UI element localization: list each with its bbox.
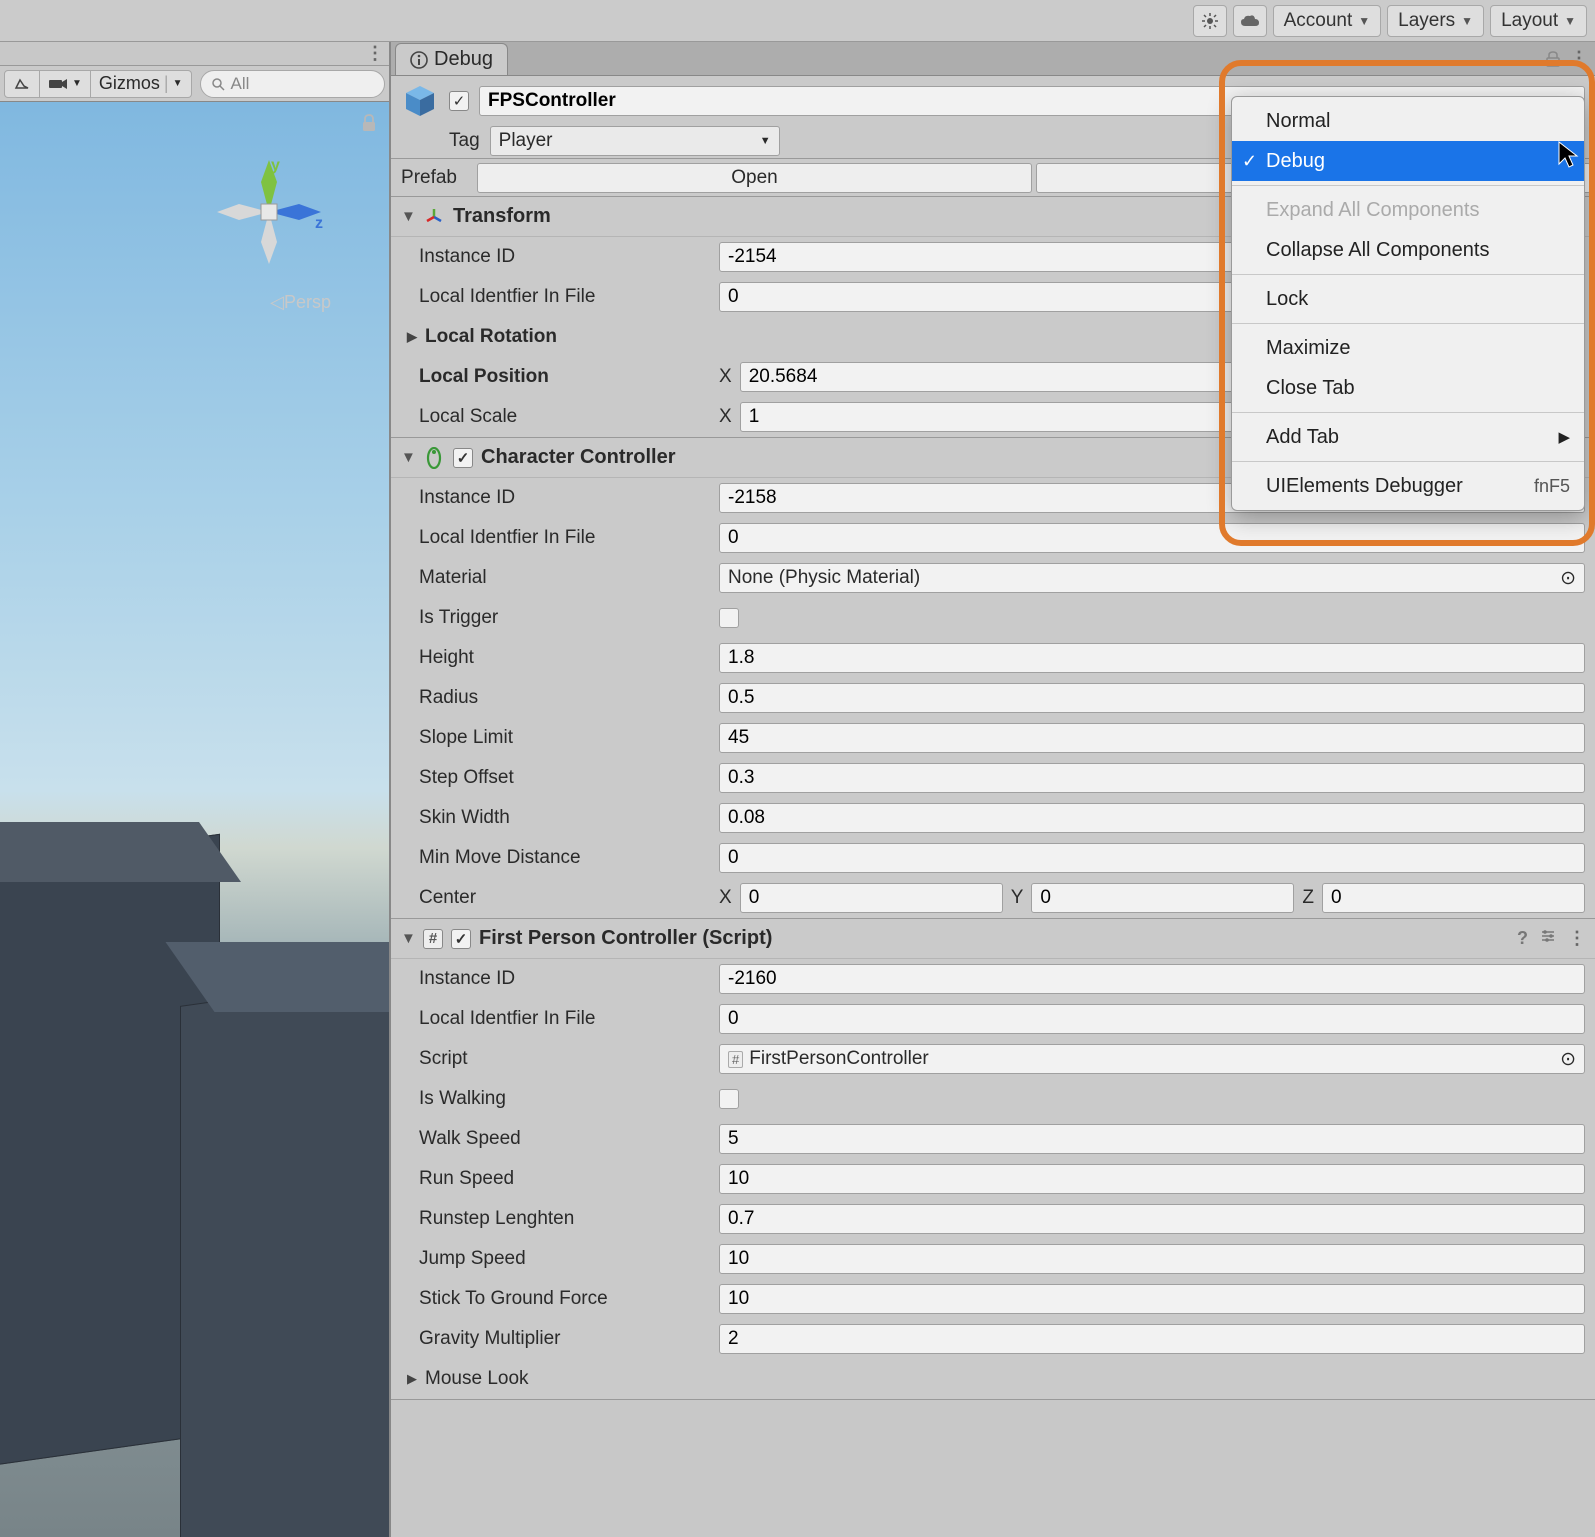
transform-icon <box>423 206 445 228</box>
menu-item-add-tab[interactable]: Add Tab▶ <box>1232 417 1584 457</box>
tag-label: Tag <box>449 130 480 152</box>
scene-search-input[interactable]: All <box>200 70 386 98</box>
toolbar-account-label: Account <box>1284 10 1353 32</box>
scene-toolbar: ▼ Gizmos | ▼ All <box>0 66 389 102</box>
orientation-gizmo[interactable]: y z <box>209 152 329 272</box>
script-icon: # <box>423 929 443 949</box>
cc-local-id-input[interactable] <box>719 523 1585 553</box>
toolbar-layout-dropdown[interactable]: Layout▼ <box>1490 5 1587 37</box>
menu-item-debug[interactable]: ✓Debug <box>1232 141 1584 181</box>
center-x-input[interactable] <box>740 883 1003 913</box>
prop-label: Local Position <box>419 366 709 388</box>
foldout-icon: ▼ <box>401 449 415 466</box>
menu-item-collapse-all[interactable]: Collapse All Components <box>1232 230 1584 270</box>
object-picker-icon[interactable]: ⊙ <box>1560 1048 1576 1071</box>
prop-label: Local Identfier In File <box>419 286 709 308</box>
run-speed-input[interactable] <box>719 1164 1585 1194</box>
menu-item-expand-all: Expand All Components <box>1232 190 1584 230</box>
inspector-tab-label: Debug <box>434 48 493 71</box>
menu-item-close-tab[interactable]: Close Tab <box>1232 368 1584 408</box>
prop-label: Instance ID <box>419 246 709 268</box>
fpc-script-field[interactable]: #FirstPersonController ⊙ <box>719 1044 1585 1074</box>
preset-icon[interactable] <box>1540 928 1556 944</box>
fpc-enable-checkbox[interactable] <box>451 929 471 949</box>
scene-tool-btn-2[interactable]: ▼ <box>40 70 91 98</box>
menu-item-maximize[interactable]: Maximize <box>1232 328 1584 368</box>
character-controller-icon <box>423 447 445 469</box>
cc-step-input[interactable] <box>719 763 1585 793</box>
fpc-title: First Person Controller (Script) <box>479 927 1509 950</box>
scene-viewport[interactable]: y z ◁Persp <box>0 102 389 1537</box>
menu-item-lock[interactable]: Lock <box>1232 279 1584 319</box>
gravity-input[interactable] <box>719 1324 1585 1354</box>
search-icon <box>211 77 225 91</box>
cc-material-field[interactable]: None (Physic Material)⊙ <box>719 563 1585 593</box>
menu-item-normal[interactable]: Normal <box>1232 101 1584 141</box>
inspector-context-menu: Normal ✓Debug Expand All Components Coll… <box>1231 96 1585 511</box>
scene-gizmos-dropdown[interactable]: Gizmos | ▼ <box>91 70 192 98</box>
scene-tabbar: ⋮ <box>0 42 389 66</box>
component-more-icon[interactable]: ⋮ <box>1568 928 1585 949</box>
toolbar-cloud-icon[interactable] <box>1233 5 1267 37</box>
prefab-label: Prefab <box>401 167 477 189</box>
inspector-more-icon[interactable]: ⋮ <box>1570 48 1587 69</box>
runstep-input[interactable] <box>719 1204 1585 1234</box>
is-trigger-checkbox[interactable] <box>719 608 739 628</box>
scene-pane: ⋮ ▼ Gizmos | ▼ All <box>0 42 391 1537</box>
center-z-input[interactable] <box>1322 883 1585 913</box>
toolbar-layers-label: Layers <box>1398 10 1455 32</box>
svg-text:y: y <box>271 157 280 174</box>
cc-slope-input[interactable] <box>719 723 1585 753</box>
object-picker-icon[interactable]: ⊙ <box>1560 567 1576 590</box>
inspector-tab-debug[interactable]: Debug <box>395 43 508 75</box>
cc-radius-input[interactable] <box>719 683 1585 713</box>
fpc-local-id-input[interactable] <box>719 1004 1585 1034</box>
svg-text:z: z <box>315 215 323 232</box>
inspector-tabbar: Debug ⋮ <box>391 42 1595 76</box>
tag-dropdown[interactable]: Player ▼ <box>490 126 780 156</box>
lock-icon[interactable] <box>1546 51 1560 67</box>
gameobject-active-checkbox[interactable] <box>449 91 469 111</box>
cc-minmove-input[interactable] <box>719 843 1585 873</box>
is-walking-checkbox[interactable] <box>719 1089 739 1109</box>
toolbar-layout-label: Layout <box>1501 10 1558 32</box>
fpc-instance-id-input[interactable] <box>719 964 1585 994</box>
scene-tool-btn-1[interactable] <box>4 70 40 98</box>
prefab-open-button[interactable]: Open <box>477 163 1032 193</box>
stick-force-input[interactable] <box>719 1284 1585 1314</box>
jump-speed-input[interactable] <box>719 1244 1585 1274</box>
prop-label: Local Scale <box>419 406 709 428</box>
scene-more-icon[interactable]: ⋮ <box>366 43 383 64</box>
charctrl-enable-checkbox[interactable] <box>453 448 473 468</box>
fpc-header[interactable]: ▼ # First Person Controller (Script) ? ⋮ <box>391 919 1595 959</box>
foldout-icon: ▼ <box>401 208 415 225</box>
submenu-arrow-icon: ▶ <box>1558 428 1570 446</box>
foldout-icon: ▼ <box>401 930 415 947</box>
cc-height-input[interactable] <box>719 643 1585 673</box>
search-placeholder: All <box>231 74 250 94</box>
info-icon <box>410 51 428 69</box>
menu-item-uielements-debugger[interactable]: UIElements DebuggerfnF5 <box>1232 466 1584 506</box>
help-icon[interactable]: ? <box>1517 928 1528 949</box>
viewport-lock-icon[interactable] <box>361 114 377 137</box>
tag-value: Player <box>499 130 553 152</box>
component-fpc: ▼ # First Person Controller (Script) ? ⋮… <box>391 919 1595 1400</box>
toolbar-light-icon[interactable] <box>1193 5 1227 37</box>
toolbar-layers-dropdown[interactable]: Layers▼ <box>1387 5 1484 37</box>
toolbar-account-dropdown[interactable]: Account▼ <box>1273 5 1382 37</box>
center-y-input[interactable] <box>1031 883 1294 913</box>
shortcut-label: fnF5 <box>1534 476 1570 497</box>
check-icon: ✓ <box>1242 151 1257 172</box>
mouse-look-foldout[interactable]: ▶Mouse Look <box>391 1359 1595 1399</box>
cc-skin-input[interactable] <box>719 803 1585 833</box>
gizmos-label: Gizmos <box>99 73 160 94</box>
top-toolbar: Account▼ Layers▼ Layout▼ <box>0 0 1595 42</box>
gameobject-icon <box>401 82 439 120</box>
persp-label: ◁Persp <box>270 292 331 313</box>
walk-speed-input[interactable] <box>719 1124 1585 1154</box>
